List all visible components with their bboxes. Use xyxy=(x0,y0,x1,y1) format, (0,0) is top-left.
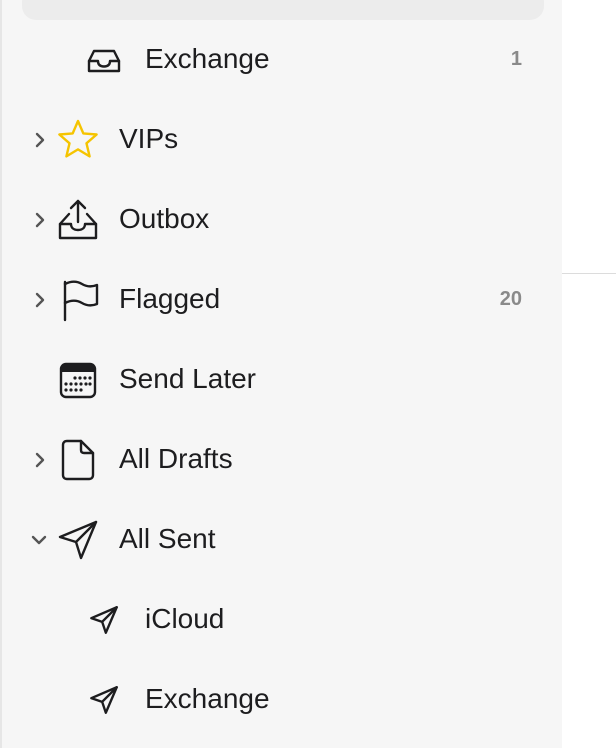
mailbox-label: All Sent xyxy=(119,523,216,554)
paper-plane-icon xyxy=(56,518,100,562)
flag-icon xyxy=(56,278,100,322)
chevron-right-icon[interactable] xyxy=(28,128,52,152)
chevron-right-icon[interactable] xyxy=(28,288,52,312)
flagged-count-badge: 20 xyxy=(499,288,522,310)
mailbox-label: Flagged xyxy=(119,283,221,314)
mailbox-row-sent-icloud[interactable]: iCloud xyxy=(2,590,564,650)
selected-mailbox-row[interactable] xyxy=(22,0,544,20)
mailbox-sidebar: Exchange 1 VIPs Outbox Flagged 20 Send L… xyxy=(0,0,562,748)
chevron-right-icon[interactable] xyxy=(28,208,52,232)
mailbox-label: iCloud xyxy=(145,603,225,634)
mailbox-row-send-later[interactable]: Send Later xyxy=(2,350,564,410)
mailbox-label: VIPs xyxy=(119,123,179,154)
mailbox-label: Outbox xyxy=(119,203,210,234)
mailbox-label: All Drafts xyxy=(119,443,233,474)
calendar-icon xyxy=(56,358,100,402)
content-pane-divider xyxy=(562,273,616,274)
mailbox-row-outbox[interactable]: Outbox xyxy=(2,190,564,250)
mailbox-label: Exchange xyxy=(145,43,270,74)
mailbox-label: Exchange xyxy=(145,683,270,714)
mailbox-row-flagged[interactable]: Flagged 20 xyxy=(2,270,564,330)
mailbox-row-all-drafts[interactable]: All Drafts xyxy=(2,430,564,490)
unread-count-badge: 1 xyxy=(510,48,522,70)
mailbox-row-all-sent[interactable]: All Sent xyxy=(2,510,564,570)
paper-plane-icon xyxy=(84,680,124,720)
outbox-tray-icon xyxy=(56,198,100,242)
mailbox-row-vips[interactable]: VIPs xyxy=(2,110,564,170)
chevron-right-icon[interactable] xyxy=(28,448,52,472)
document-icon xyxy=(56,438,100,482)
tray-icon xyxy=(84,40,124,80)
mailbox-row-sent-exchange[interactable]: Exchange xyxy=(2,670,564,730)
chevron-down-icon[interactable] xyxy=(28,528,52,552)
paper-plane-icon xyxy=(84,600,124,640)
mailbox-row-exchange-inbox[interactable]: Exchange 1 xyxy=(2,30,564,90)
mailbox-label: Send Later xyxy=(119,363,256,394)
star-icon xyxy=(56,118,100,162)
